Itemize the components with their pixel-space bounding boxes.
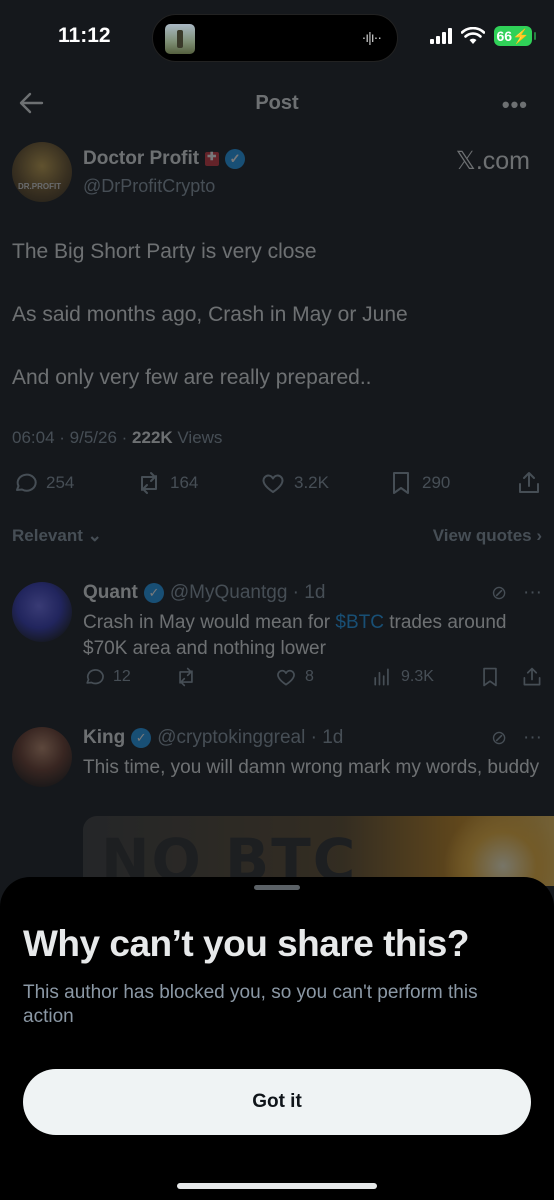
battery-icon: 66 ⚡ bbox=[494, 26, 536, 46]
heart-icon bbox=[262, 474, 284, 493]
post-actions: 254 164 3.2K 290 bbox=[12, 470, 542, 500]
reply-avatar[interactable] bbox=[12, 727, 72, 787]
grok-icon[interactable]: ⊘ bbox=[491, 582, 507, 605]
views-label: Views bbox=[172, 428, 223, 447]
reply-button[interactable]: 12 bbox=[83, 666, 131, 688]
bottom-sheet: Why can’t you share this? This author ha… bbox=[0, 877, 554, 1200]
more-options-icon[interactable]: ··· bbox=[523, 582, 542, 605]
reply-media-image[interactable]: NO BTC bbox=[83, 816, 554, 886]
status-icons: 66 ⚡ bbox=[430, 26, 536, 46]
sheet-title: Why can’t you share this? bbox=[23, 923, 469, 964]
screen: 11:12 ·ı|ı·· 66 ⚡ Post ••• DR.PROFIT Doc… bbox=[0, 0, 554, 1200]
reply-item[interactable]: Quant ✓ @MyQuantgg · 1d ⊘ ··· Crash in M… bbox=[12, 582, 542, 702]
repost-icon bbox=[179, 667, 193, 687]
reply-header: King ✓ @cryptokinggreal · 1d bbox=[83, 727, 343, 749]
bookmark-button[interactable] bbox=[479, 666, 501, 688]
wifi-icon bbox=[461, 27, 485, 44]
more-options-icon[interactable]: ··· bbox=[523, 727, 542, 750]
author-name: Doctor Profit bbox=[83, 148, 200, 169]
reply-text: Crash in May would mean for $BTC trades … bbox=[83, 610, 543, 662]
page-title: Post bbox=[255, 92, 299, 114]
sort-dropdown[interactable]: Relevant ⌄ bbox=[12, 526, 102, 545]
views-count: 9.3K bbox=[401, 668, 434, 685]
media-sun-glow bbox=[443, 816, 554, 886]
reply-author-name[interactable]: Quant bbox=[83, 582, 138, 604]
repost-count: 164 bbox=[170, 473, 199, 492]
cashtag-link[interactable]: $BTC bbox=[335, 612, 384, 633]
reply-handle[interactable]: @cryptokinggreal · 1d bbox=[157, 727, 343, 749]
reply-top-icons: ⊘ ··· bbox=[491, 582, 542, 605]
bookmark-icon bbox=[393, 472, 409, 494]
post-paragraph: The Big Short Party is very close bbox=[12, 240, 317, 263]
share-icon bbox=[523, 667, 541, 686]
view-quotes-link[interactable]: View quotes › bbox=[433, 526, 542, 546]
reply-author-name[interactable]: King bbox=[83, 727, 125, 749]
verified-badge-icon: ✓ bbox=[131, 728, 152, 748]
bookmark-count: 290 bbox=[422, 473, 451, 492]
views-button[interactable]: 9.3K bbox=[371, 666, 434, 688]
repost-button[interactable] bbox=[175, 666, 197, 688]
post-meta: 06:04 · 9/5/26 · 222K Views bbox=[12, 428, 222, 448]
share-button[interactable] bbox=[516, 470, 542, 496]
reply-icon bbox=[86, 669, 104, 685]
reply-header: Quant ✓ @MyQuantgg · 1d bbox=[83, 582, 325, 604]
grok-icon[interactable]: ⊘ bbox=[491, 727, 507, 750]
reply-count: 254 bbox=[46, 473, 75, 492]
got-it-button[interactable]: Got it bbox=[23, 1069, 531, 1135]
post-body: The Big Short Party is very close As sai… bbox=[12, 238, 542, 427]
post-author[interactable]: DR.PROFIT Doctor Profit ✓ @DrProfitCrypt… bbox=[12, 142, 542, 204]
repost-button[interactable]: 164 bbox=[136, 470, 198, 496]
views-count: 222K bbox=[132, 428, 173, 447]
author-avatar[interactable]: DR.PROFIT bbox=[12, 142, 72, 202]
like-count: 3.2K bbox=[294, 473, 329, 492]
like-button[interactable]: 3.2K bbox=[260, 470, 329, 496]
more-options-icon[interactable]: ••• bbox=[502, 92, 528, 118]
reply-text: This time, you will damn wrong mark my w… bbox=[83, 757, 540, 778]
reply-handle[interactable]: @MyQuantgg · 1d bbox=[170, 582, 326, 604]
reply-item[interactable]: King ✓ @cryptokinggreal · 1d ⊘ ··· This … bbox=[12, 727, 542, 817]
bookmark-icon bbox=[483, 667, 497, 687]
status-time: 11:12 bbox=[58, 24, 111, 47]
reply-avatar[interactable] bbox=[12, 582, 72, 642]
share-icon bbox=[519, 472, 539, 493]
bookmark-button[interactable]: 290 bbox=[388, 470, 450, 496]
swiss-flag-icon bbox=[205, 150, 220, 166]
post-timestamp: 06:04 · 9/5/26 · bbox=[12, 428, 133, 447]
like-count: 8 bbox=[305, 668, 314, 685]
reply-top-icons: ⊘ ··· bbox=[491, 727, 542, 750]
cellular-signal-icon bbox=[430, 28, 452, 44]
dynamic-island[interactable]: ·ı|ı·· bbox=[152, 14, 398, 62]
reply-icon bbox=[16, 473, 37, 492]
author-handle[interactable]: @DrProfitCrypto bbox=[83, 176, 215, 197]
heart-icon bbox=[277, 669, 295, 686]
x-com-watermark: 𝕏.com bbox=[455, 147, 530, 175]
sheet-drag-handle[interactable] bbox=[254, 885, 300, 890]
like-button[interactable]: 8 bbox=[275, 666, 314, 688]
author-name-row[interactable]: Doctor Profit ✓ bbox=[83, 148, 246, 170]
post-paragraph: As said months ago, Crash in May or June bbox=[12, 303, 408, 326]
post-paragraph: And only very few are really prepared.. bbox=[12, 366, 372, 389]
repost-icon bbox=[141, 472, 157, 494]
views-chart-icon bbox=[374, 668, 389, 686]
top-nav: Post ••• bbox=[0, 80, 554, 130]
now-playing-thumbnail bbox=[165, 24, 195, 54]
reply-text-before: Crash in May would mean for bbox=[83, 612, 336, 633]
reply-button[interactable]: 254 bbox=[12, 470, 74, 496]
reply-count: 12 bbox=[113, 668, 131, 685]
audio-wave-icon: ·ı|ı·· bbox=[361, 29, 382, 45]
battery-level: 66 bbox=[496, 28, 513, 44]
home-indicator[interactable] bbox=[177, 1183, 377, 1189]
sheet-message: This author has blocked you, so you can'… bbox=[23, 982, 478, 1027]
verified-badge-icon: ✓ bbox=[225, 149, 246, 169]
verified-badge-icon: ✓ bbox=[143, 583, 164, 603]
avatar-logo-text: DR.PROFIT bbox=[18, 182, 62, 191]
replies-sort-row: Relevant ⌄ View quotes › bbox=[12, 526, 542, 546]
status-bar: 11:12 ·ı|ı·· 66 ⚡ bbox=[0, 0, 554, 76]
share-button[interactable] bbox=[521, 666, 543, 688]
